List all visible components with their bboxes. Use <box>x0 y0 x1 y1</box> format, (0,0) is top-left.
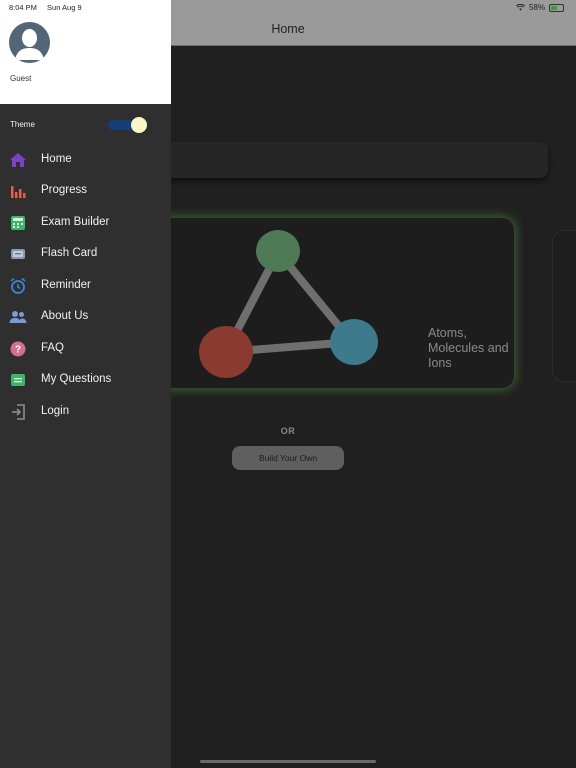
toggle-knob <box>131 117 147 133</box>
question-icon: ? <box>10 341 26 357</box>
bar-chart-icon <box>11 186 26 198</box>
menu-item-my-questions[interactable]: My Questions <box>0 367 171 393</box>
theme-label: Theme <box>10 120 35 129</box>
menu-item-exam-builder[interactable]: Exam Builder <box>0 210 171 236</box>
message-icon <box>11 374 25 386</box>
house-icon <box>10 153 26 167</box>
battery-percent: 58% <box>528 3 545 12</box>
menu-item-home[interactable]: Home <box>0 147 171 173</box>
wifi-icon <box>515 4 525 11</box>
login-icon <box>12 404 25 420</box>
people-icon <box>9 311 27 323</box>
avatar[interactable] <box>9 22 50 63</box>
menu-label: Login <box>41 405 70 417</box>
menu-item-progress[interactable]: Progress <box>0 178 171 204</box>
menu-label: Progress <box>41 184 88 196</box>
topic-label: Atoms, Molecules and Ions <box>428 326 509 370</box>
or-divider: OR <box>280 426 296 436</box>
menu-label: About Us <box>41 310 89 322</box>
menu-item-flash-card[interactable]: Flash Card <box>0 241 171 267</box>
status-time: 8:04 PM <box>9 3 37 12</box>
menu-item-login[interactable]: Login <box>0 399 171 425</box>
theme-row: Theme <box>0 114 171 136</box>
user-name: Guest <box>10 74 32 83</box>
theme-toggle[interactable] <box>108 117 148 133</box>
status-bar-right: 58% <box>515 3 564 12</box>
alarm-clock-icon <box>10 277 26 294</box>
user-silhouette-icon <box>15 29 44 60</box>
menu-item-about-us[interactable]: About Us <box>0 304 171 330</box>
svg-text:?: ? <box>15 345 21 356</box>
flash-card-icon <box>11 249 25 259</box>
drawer-profile-header: 8:04 PM Sun Aug 9 Guest <box>0 0 171 104</box>
menu-label: FAQ <box>41 342 65 354</box>
menu-label: My Questions <box>41 373 112 385</box>
menu-label: Exam Builder <box>41 216 110 228</box>
battery-icon <box>549 3 564 12</box>
calculator-icon <box>11 216 25 230</box>
search-card[interactable] <box>120 142 548 178</box>
next-topic-card[interactable] <box>552 230 576 382</box>
menu-label: Flash Card <box>41 247 98 259</box>
status-date: Sun Aug 9 <box>47 3 82 12</box>
menu-item-faq[interactable]: ? FAQ <box>0 336 171 362</box>
menu-label: Home <box>41 153 72 165</box>
menu-label: Reminder <box>41 279 91 291</box>
home-indicator[interactable] <box>200 760 376 763</box>
menu-item-reminder[interactable]: Reminder <box>0 273 171 299</box>
status-bar-left: 8:04 PM Sun Aug 9 <box>9 3 90 12</box>
side-drawer: 8:04 PM Sun Aug 9 Guest Theme Home Progr… <box>0 0 171 768</box>
build-your-own-button[interactable]: Build Your Own <box>232 446 344 470</box>
